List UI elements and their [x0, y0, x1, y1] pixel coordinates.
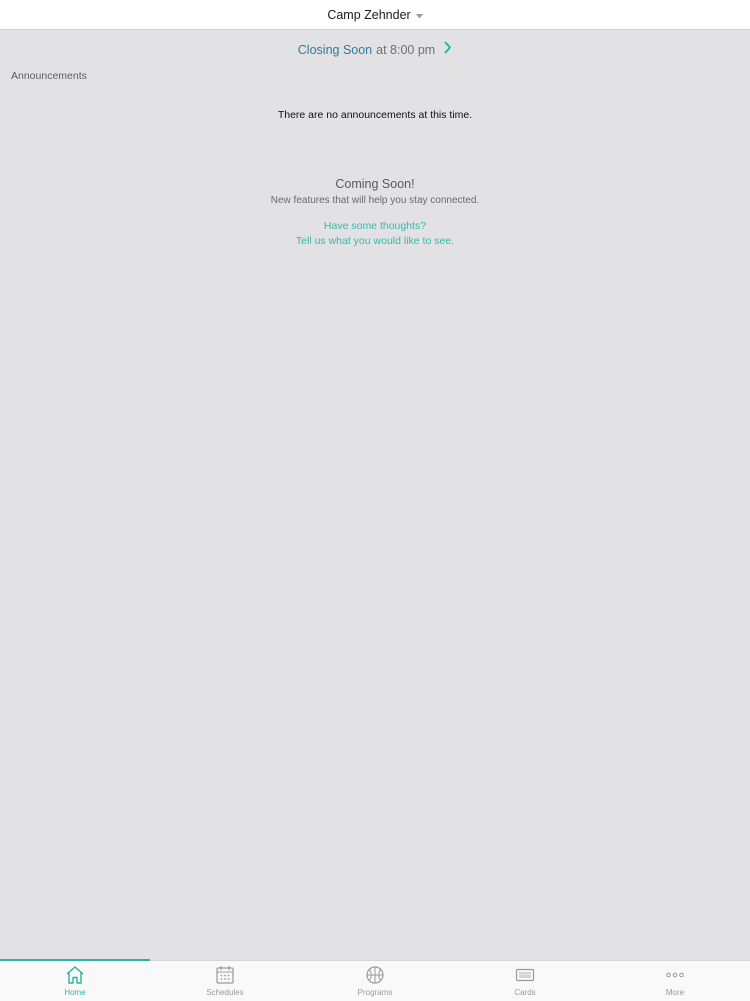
tab-home[interactable]: Home: [0, 961, 150, 1001]
coming-soon-subtitle: New features that will help you stay con…: [270, 195, 480, 206]
basketball-icon: [365, 965, 385, 985]
feedback-link-line2[interactable]: Tell us what you would like to see.: [0, 235, 750, 247]
tab-schedules[interactable]: Schedules: [150, 961, 300, 1001]
no-announcements-message: There are no announcements at this time.: [277, 109, 473, 121]
tab-more[interactable]: More: [600, 961, 750, 1001]
status-label: Closing Soon: [297, 43, 373, 57]
tab-label: Programs: [357, 988, 393, 997]
calendar-icon: [215, 965, 235, 985]
status-time: at 8:00 pm: [376, 43, 436, 57]
tab-cards[interactable]: Cards: [450, 961, 600, 1001]
coming-soon-title: Coming Soon!: [335, 177, 415, 191]
chevron-right-icon: [444, 41, 452, 59]
active-tab-indicator: [0, 959, 150, 961]
tab-label: Cards: [514, 988, 536, 997]
announcements-heading: Announcements: [11, 70, 87, 82]
tab-label: Schedules: [206, 988, 244, 997]
feedback-link-line1[interactable]: Have some thoughts?: [0, 220, 750, 232]
card-icon: [515, 965, 535, 985]
tab-programs[interactable]: Programs: [300, 961, 450, 1001]
location-selector[interactable]: Camp Zehnder: [327, 5, 423, 24]
top-bar: Camp Zehnder: [0, 0, 750, 30]
more-icon: [665, 965, 685, 985]
home-icon: [65, 965, 85, 985]
location-name: Camp Zehnder: [327, 7, 411, 22]
tab-bar: Home Schedules Programs Cards More: [0, 959, 750, 1001]
closing-status-row[interactable]: Closing Soon at 8:00 pm: [0, 40, 750, 60]
tab-label: Home: [64, 988, 86, 997]
tab-label: More: [665, 988, 685, 997]
caret-down-icon: [415, 6, 423, 24]
